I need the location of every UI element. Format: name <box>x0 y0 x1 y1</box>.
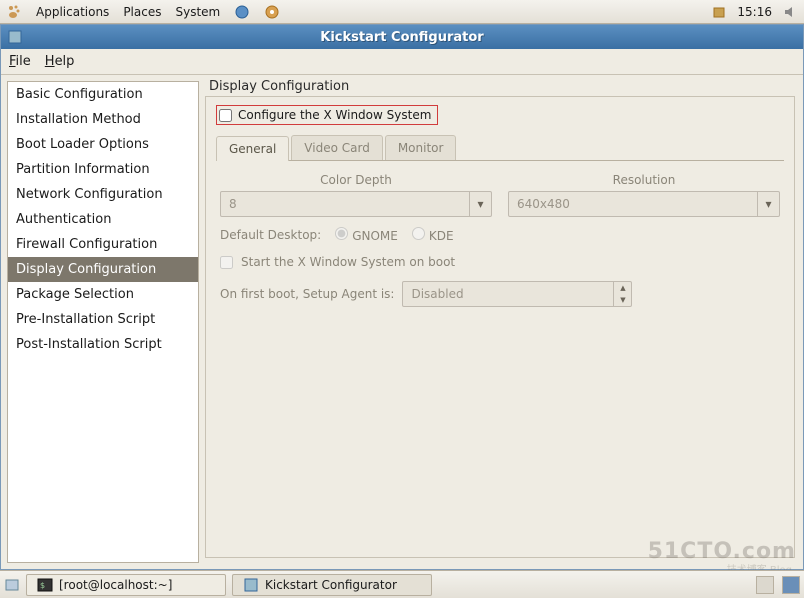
show-desktop-icon[interactable] <box>4 577 20 593</box>
terminal-icon: $ <box>37 577 53 593</box>
volume-icon[interactable] <box>782 4 798 20</box>
top-panel: Applications Places System 15:16 <box>0 0 804 24</box>
task-kickstart[interactable]: Kickstart Configurator <box>232 574 432 596</box>
sidebar-item-basic[interactable]: Basic Configuration <box>8 82 198 107</box>
task-terminal-label: [root@localhost:~] <box>59 578 172 592</box>
task-kickstart-label: Kickstart Configurator <box>265 578 397 592</box>
tab-video-card[interactable]: Video Card <box>291 135 383 160</box>
disc-icon[interactable] <box>264 4 280 20</box>
color-depth-value: 8 <box>221 197 469 211</box>
sidebar-item-auth[interactable]: Authentication <box>8 207 198 232</box>
resolution-label: Resolution <box>508 173 780 187</box>
window-title: Kickstart Configurator <box>320 30 483 45</box>
color-depth-label: Color Depth <box>220 173 492 187</box>
menubar: File Help <box>1 49 803 75</box>
sidebar: Basic Configuration Installation Method … <box>7 81 199 563</box>
setup-agent-select[interactable]: Disabled ▲▼ <box>402 281 632 307</box>
setup-agent-label: On first boot, Setup Agent is: <box>220 287 394 301</box>
chevron-down-icon[interactable]: ▾ <box>469 192 491 216</box>
section-title: Display Configuration <box>209 79 795 94</box>
chevron-down-icon[interactable]: ▾ <box>757 192 779 216</box>
sidebar-item-network[interactable]: Network Configuration <box>8 182 198 207</box>
start-x-label: Start the X Window System on boot <box>241 255 455 269</box>
app-window: Kickstart Configurator File Help Basic C… <box>0 24 804 570</box>
sidebar-item-display[interactable]: Display Configuration <box>8 257 198 282</box>
main-pane: Display Configuration Configure the X Wi… <box>199 75 803 569</box>
tabbar: General Video Card Monitor <box>216 135 784 161</box>
places-menu[interactable]: Places <box>123 5 161 19</box>
titlebar[interactable]: Kickstart Configurator <box>1 25 803 49</box>
sidebar-item-install[interactable]: Installation Method <box>8 107 198 132</box>
gnome-foot-icon <box>6 4 22 20</box>
tab-general[interactable]: General <box>216 136 289 161</box>
globe-icon[interactable] <box>234 4 250 20</box>
setup-agent-value: Disabled <box>403 287 613 301</box>
sidebar-item-partition[interactable]: Partition Information <box>8 157 198 182</box>
clock[interactable]: 15:16 <box>737 5 772 19</box>
sidebar-item-boot[interactable]: Boot Loader Options <box>8 132 198 157</box>
spin-buttons[interactable]: ▲▼ <box>613 282 631 306</box>
file-menu[interactable]: File <box>9 54 31 69</box>
default-desktop-label: Default Desktop: <box>220 228 321 242</box>
system-menu[interactable]: System <box>175 5 220 19</box>
resolution-value: 640x480 <box>509 197 757 211</box>
applications-menu[interactable]: Applications <box>36 5 109 19</box>
color-depth-select[interactable]: 8 ▾ <box>220 191 492 217</box>
app-icon <box>7 29 23 45</box>
sidebar-item-firewall[interactable]: Firewall Configuration <box>8 232 198 257</box>
radio-kde[interactable]: KDE <box>412 227 454 243</box>
configure-x-checkbox[interactable]: Configure the X Window System <box>216 105 438 125</box>
sidebar-item-postinstall[interactable]: Post-Installation Script <box>8 332 198 357</box>
sidebar-item-preinstall[interactable]: Pre-Installation Script <box>8 307 198 332</box>
sidebar-item-package[interactable]: Package Selection <box>8 282 198 307</box>
trash-icon[interactable] <box>782 576 800 594</box>
svg-text:$: $ <box>40 581 45 590</box>
task-terminal[interactable]: $ [root@localhost:~] <box>26 574 226 596</box>
resolution-select[interactable]: 640x480 ▾ <box>508 191 780 217</box>
help-menu[interactable]: Help <box>45 54 75 69</box>
configure-x-input[interactable] <box>219 109 232 122</box>
update-icon[interactable] <box>711 4 727 20</box>
radio-gnome[interactable]: GNOME <box>335 227 398 243</box>
kickstart-icon <box>243 577 259 593</box>
tab-monitor[interactable]: Monitor <box>385 135 457 160</box>
bottom-panel: $ [root@localhost:~] Kickstart Configura… <box>0 570 804 598</box>
workspace-switcher[interactable] <box>756 576 774 594</box>
start-x-checkbox[interactable] <box>220 256 233 269</box>
configure-x-label: Configure the X Window System <box>238 108 431 122</box>
